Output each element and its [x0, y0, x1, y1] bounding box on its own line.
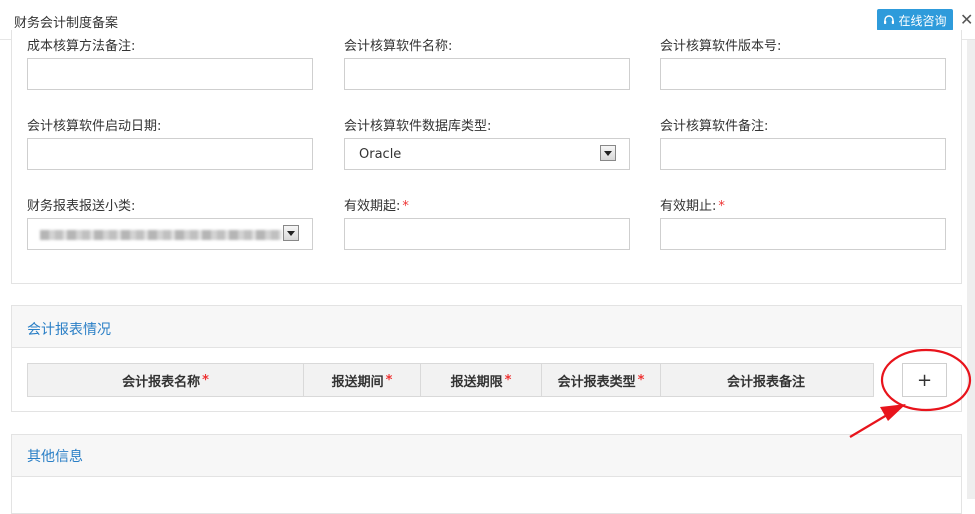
software-name-input[interactable] — [344, 58, 630, 90]
required-mark: * — [402, 199, 409, 214]
add-report-button[interactable]: + — [902, 363, 947, 397]
software-start-date-input[interactable] — [27, 138, 313, 170]
software-start-date-label: 会计核算软件启动日期: — [27, 119, 162, 134]
online-consult-label: 在线咨询 — [898, 13, 947, 28]
scrollbar-track[interactable] — [967, 40, 975, 499]
col-report-type: 会计报表类型 * — [542, 364, 661, 396]
online-consult-button[interactable]: 在线咨询 — [877, 9, 953, 31]
report-subcategory-label: 财务报表报送小类: — [27, 199, 136, 214]
software-note-label: 会计核算软件备注: — [660, 119, 769, 134]
valid-to-label: 有效期止: * — [660, 199, 725, 214]
database-type-select[interactable]: Oracle — [344, 138, 630, 170]
database-type-label: 会计核算软件数据库类型: — [344, 119, 492, 134]
blurred-value — [40, 230, 282, 240]
col-report-deadline: 报送期限 * — [421, 364, 542, 396]
report-subcategory-select[interactable] — [27, 218, 313, 250]
valid-from-input[interactable] — [344, 218, 630, 250]
col-report-note: 会计报表备注 — [726, 374, 805, 390]
headset-icon — [884, 15, 895, 24]
cost-method-note-input[interactable] — [27, 58, 313, 90]
software-version-label: 会计核算软件版本号: — [660, 39, 782, 54]
software-note-input[interactable] — [660, 138, 946, 170]
other-info-title: 其他信息 — [27, 449, 83, 465]
other-info-panel: 其他信息 — [11, 434, 962, 514]
required-mark: * — [718, 199, 725, 214]
software-name-label: 会计核算软件名称: — [344, 39, 453, 54]
software-version-input[interactable] — [660, 58, 946, 90]
cost-method-note-label: 成本核算方法备注: — [27, 39, 136, 54]
chevron-down-icon[interactable] — [283, 225, 299, 241]
chevron-down-icon[interactable] — [600, 145, 616, 161]
col-report-name: 会计报表名称 * — [28, 364, 304, 396]
window-title: 财务会计制度备案 — [14, 16, 119, 31]
report-section-title: 会计报表情况 — [27, 322, 111, 338]
report-section-header: 会计报表情况 — [12, 306, 961, 348]
report-section-panel: 会计报表情况 会计报表名称 * 报送期间 * 报送期限 * 会计报表类型 * 会计报表备… — [11, 305, 962, 412]
valid-from-label: 有效期起: * — [344, 199, 409, 214]
basic-info-panel: 成本核算方法备注: 会计核算软件名称: 会计核算软件版本号: 会计核算软件启动日… — [11, 30, 962, 284]
report-table-header: 会计报表名称 * 报送期间 * 报送期限 * 会计报表类型 * 会计报表备注 — [27, 363, 874, 397]
other-info-header: 其他信息 — [12, 435, 961, 477]
col-report-period: 报送期间 * — [304, 364, 421, 396]
close-icon[interactable]: ✕ — [960, 10, 973, 30]
database-type-value: Oracle — [359, 147, 402, 162]
valid-to-input[interactable] — [660, 218, 946, 250]
